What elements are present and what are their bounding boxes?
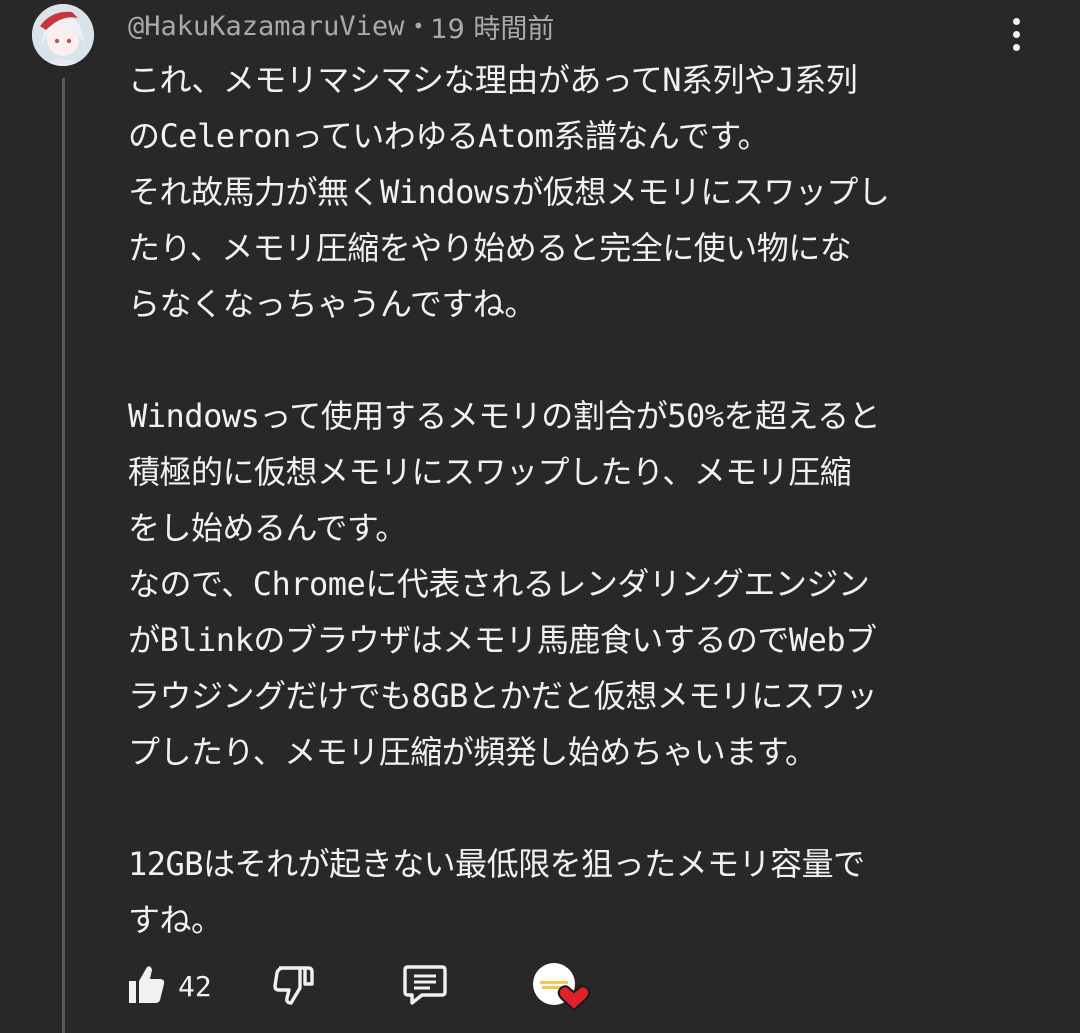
like-button[interactable]: 42 — [126, 958, 212, 1014]
more-options-button[interactable] — [996, 10, 1036, 58]
comment-line: すね。 — [128, 901, 223, 939]
comment-text: これ、メモリマシマシな理由があってN系列やJ系列 のCeleronっていわゆるAt… — [128, 52, 1008, 948]
comment-line: のCeleronっていわゆるAtom系譜なんです。 — [128, 117, 770, 155]
meta-separator: • — [412, 14, 425, 38]
comment-line: をし始めるんです。 — [128, 509, 407, 547]
reply-comment-icon — [402, 962, 448, 1010]
comment-line: これ、メモリマシマシな理由があってN系列やJ系列 — [128, 61, 858, 99]
comment-line: 12GBはそれが起きない最低限を狙ったメモリ容量で — [128, 845, 865, 883]
more-dot-icon — [1012, 43, 1020, 51]
more-dot-icon — [1012, 30, 1020, 38]
comment-line: それ故馬力が無くWindowsが仮想メモリにスワップし — [128, 173, 890, 211]
comment-blank-line — [128, 780, 1008, 836]
more-dot-icon — [1012, 17, 1020, 25]
thumbs-up-icon — [126, 963, 166, 1009]
comment-line: らなくなっちゃうんですね。 — [128, 285, 536, 323]
author-name[interactable]: @HakuKazamaruView — [128, 11, 404, 42]
comment-line: 積極的に仮想メモリにスワップしたり、メモリ圧縮 — [128, 453, 852, 491]
comment-line: Windowsって使用するメモリの割合が50%を超えると — [128, 397, 881, 435]
comment-header: @HakuKazamaruView • 19 時間前 — [128, 6, 554, 46]
creator-heart-icon[interactable] — [532, 960, 592, 1016]
comment-actions: 42 — [120, 958, 620, 1014]
avatar[interactable] — [32, 4, 94, 66]
comment-line: プしたり、メモリ圧縮が頻発し始めちゃいます。 — [128, 733, 817, 771]
thread-line — [62, 78, 65, 1033]
comment-line: ラウジングだけでも8GBとかだと仮想メモリにスワッ — [128, 677, 878, 715]
like-count: 42 — [178, 969, 212, 1003]
comment-blank-line — [128, 332, 1008, 388]
comment-line: たり、メモリ圧縮をやり始めると完全に使い物にな — [128, 229, 852, 267]
reply-button[interactable] — [402, 958, 448, 1014]
timestamp: 19 時間前 — [430, 13, 555, 45]
dislike-button[interactable] — [272, 958, 316, 1014]
thumbs-down-icon — [272, 962, 316, 1010]
comment-line: がBlinkのブラウザはメモリ馬鹿食いするのでWebブ — [128, 621, 877, 659]
comment-line: なので、Chromeに代表されるレンダリングエンジン — [128, 565, 870, 603]
